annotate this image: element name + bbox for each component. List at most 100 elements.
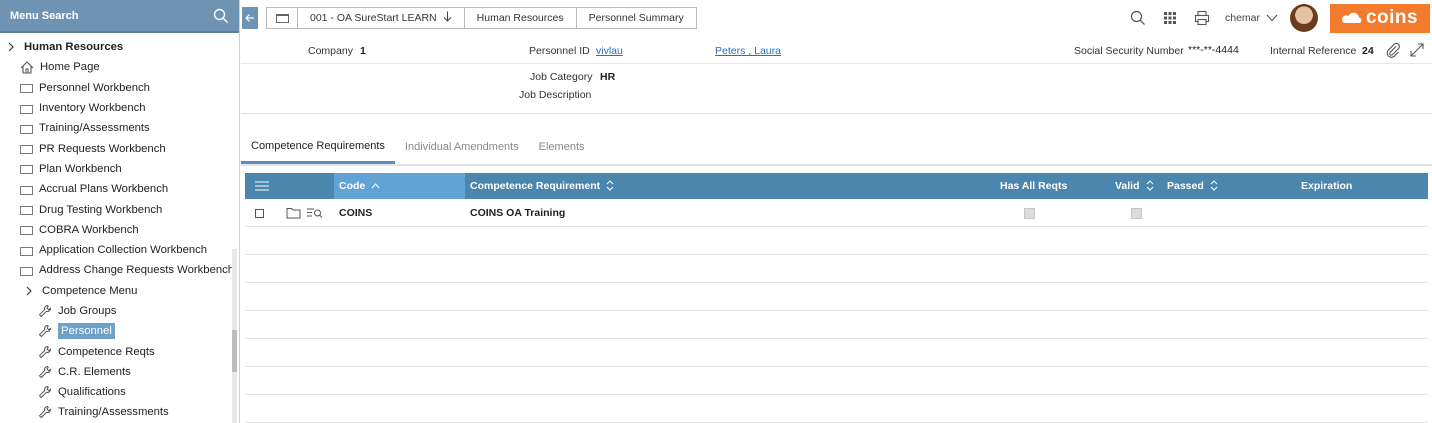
sidebar-subitem-personnel[interactable]: Personnel	[0, 321, 239, 341]
sidebar-subitem-cr-elements[interactable]: C.R. Elements	[0, 362, 239, 382]
sidebar-item-training-assessments[interactable]: Training/Assessments	[0, 118, 239, 138]
folder-icon	[20, 165, 33, 175]
nav-root-human-resources[interactable]: Human Resources	[0, 37, 239, 57]
internal-ref-value: 24	[1362, 45, 1374, 57]
wrench-icon	[38, 304, 52, 318]
nav-tree: Human Resources Home Page Personnel Work…	[0, 33, 239, 423]
job-category-label: Job Category	[530, 71, 593, 83]
folder-icon	[20, 145, 33, 155]
paperclip-icon[interactable]	[1385, 42, 1401, 61]
avatar[interactable]	[1290, 4, 1318, 32]
sort-icon[interactable]	[1210, 179, 1218, 193]
empty-row	[245, 395, 1428, 423]
expand-icon[interactable]	[1409, 42, 1425, 61]
tab-elements[interactable]: Elements	[529, 130, 595, 164]
sidebar-item-label: Home Page	[40, 61, 100, 74]
menu-search-bar[interactable]: Menu Search	[0, 0, 239, 33]
app-window: Menu Search Human Resources Home Page Pe…	[0, 0, 1432, 423]
sidebar-item-accrual-plans-workbench[interactable]: Accrual Plans Workbench	[0, 179, 239, 199]
column-label: Valid	[1115, 180, 1140, 192]
sidebar-subitem-qualifications[interactable]: Qualifications	[0, 382, 239, 402]
sidebar-item-label: Plan Workbench	[39, 162, 122, 175]
folder-icon	[20, 84, 33, 94]
cell-requirement: COINS OA Training	[470, 207, 566, 219]
sidebar-item-home-page[interactable]: Home Page	[0, 57, 239, 77]
sidebar-subitem-training-assessments[interactable]: Training/Assessments	[0, 402, 239, 422]
search-icon[interactable]	[213, 8, 229, 24]
sidebar-subitem-competence-reqts[interactable]: Competence Reqts	[0, 341, 239, 361]
has-all-reqts-checkbox	[1024, 199, 1035, 227]
column-header-requirement[interactable]: Competence Requirement	[470, 173, 614, 199]
sort-ascending-icon[interactable]	[371, 181, 380, 191]
sidebar-subitem-job-groups[interactable]: Job Groups	[0, 301, 239, 321]
wrench-icon	[38, 324, 52, 338]
sidebar-item-address-change-requests-workbench[interactable]: Address Change Requests Workbench	[0, 260, 239, 280]
column-header-passed[interactable]: Passed	[1167, 173, 1218, 199]
breadcrumb-label: Human Resources	[476, 12, 564, 24]
window-icon	[275, 13, 289, 23]
sidebar-item-personnel-workbench[interactable]: Personnel Workbench	[0, 78, 239, 98]
column-label: Passed	[1167, 180, 1204, 192]
sidebar-item-application-collection-workbench[interactable]: Application Collection Workbench	[0, 240, 239, 260]
sidebar-item-pr-requests-workbench[interactable]: PR Requests Workbench	[0, 138, 239, 158]
sidebar-item-drug-testing-workbench[interactable]: Drug Testing Workbench	[0, 199, 239, 219]
sidebar: Menu Search Human Resources Home Page Pe…	[0, 0, 240, 423]
arrow-down-icon[interactable]	[443, 11, 452, 25]
row-select-checkbox[interactable]	[255, 199, 264, 227]
zoom-detail-icon[interactable]	[307, 199, 323, 227]
table-row[interactable]: COINS COINS OA Training	[245, 199, 1428, 227]
sidebar-item-plan-workbench[interactable]: Plan Workbench	[0, 159, 239, 179]
chevron-down-icon[interactable]	[1266, 9, 1278, 27]
cloud-logo-icon	[1342, 12, 1362, 23]
breadcrumb-home[interactable]	[266, 7, 298, 29]
column-header-expiration[interactable]: Expiration	[1301, 173, 1352, 199]
breadcrumb-item-personnel-summary[interactable]: Personnel Summary	[575, 7, 697, 29]
sidebar-item-cobra-workbench[interactable]: COBRA Workbench	[0, 220, 239, 240]
checkbox-disabled	[1024, 207, 1035, 219]
personnel-name-link[interactable]: Peters , Laura	[715, 45, 781, 57]
column-header-has-all-reqts[interactable]: Has All Reqts	[1000, 173, 1067, 199]
breadcrumb-item-company[interactable]: 001 - OA SureStart LEARN	[297, 7, 465, 29]
sort-icon[interactable]	[1146, 179, 1154, 193]
search-icon[interactable]	[1129, 9, 1147, 27]
empty-row	[245, 227, 1428, 255]
cell-code: COINS	[339, 207, 373, 219]
folder-icon	[20, 124, 33, 134]
tab-competence-requirements[interactable]: Competence Requirements	[241, 130, 395, 164]
wrench-icon	[38, 385, 52, 399]
print-icon[interactable]	[1193, 9, 1211, 27]
empty-row	[245, 255, 1428, 283]
personnel-header: Company 1 Personnel ID vivlau Peters , L…	[241, 36, 1432, 114]
breadcrumb-label: 001 - OA SureStart LEARN	[310, 12, 437, 24]
user-name[interactable]: chemar	[1225, 12, 1260, 24]
tab-individual-amendments[interactable]: Individual Amendments	[395, 130, 529, 164]
arrow-left-icon	[245, 14, 254, 22]
breadcrumb-label: Personnel Summary	[588, 12, 684, 24]
wrench-icon	[38, 405, 52, 419]
column-header-code[interactable]: Code	[334, 173, 465, 199]
sidebar-item-competence-menu[interactable]: Competence Menu	[0, 281, 239, 301]
column-menu-icon[interactable]	[255, 173, 269, 199]
checkbox-box	[255, 208, 264, 218]
breadcrumb-item-human-resources[interactable]: Human Resources	[463, 7, 577, 29]
sort-icon[interactable]	[606, 179, 614, 193]
top-bar: 001 - OA SureStart LEARN Human Resources…	[240, 0, 1432, 36]
column-header-valid[interactable]: Valid	[1115, 173, 1154, 199]
chevron-right-icon	[22, 284, 36, 298]
sidebar-scrollbar-thumb[interactable]	[232, 330, 237, 372]
back-button[interactable]	[242, 7, 258, 29]
sidebar-item-inventory-workbench[interactable]: Inventory Workbench	[0, 98, 239, 118]
sidebar-item-label: COBRA Workbench	[39, 223, 139, 236]
wrench-icon	[38, 365, 52, 379]
folder-icon	[20, 246, 33, 256]
apps-grid-icon[interactable]	[1161, 9, 1179, 27]
sidebar-item-label: Qualifications	[58, 386, 126, 399]
tab-bar: Competence Requirements Individual Amend…	[241, 130, 1432, 166]
sidebar-item-label: Training/Assessments	[58, 406, 169, 419]
top-right-toolbar: chemar coins	[1129, 0, 1432, 36]
sidebar-item-label: Competence Reqts	[58, 345, 155, 358]
column-label: Competence Requirement	[470, 180, 601, 192]
empty-row	[245, 311, 1428, 339]
personnel-id-link[interactable]: vivlau	[596, 45, 623, 57]
folder-icon[interactable]	[286, 199, 301, 227]
